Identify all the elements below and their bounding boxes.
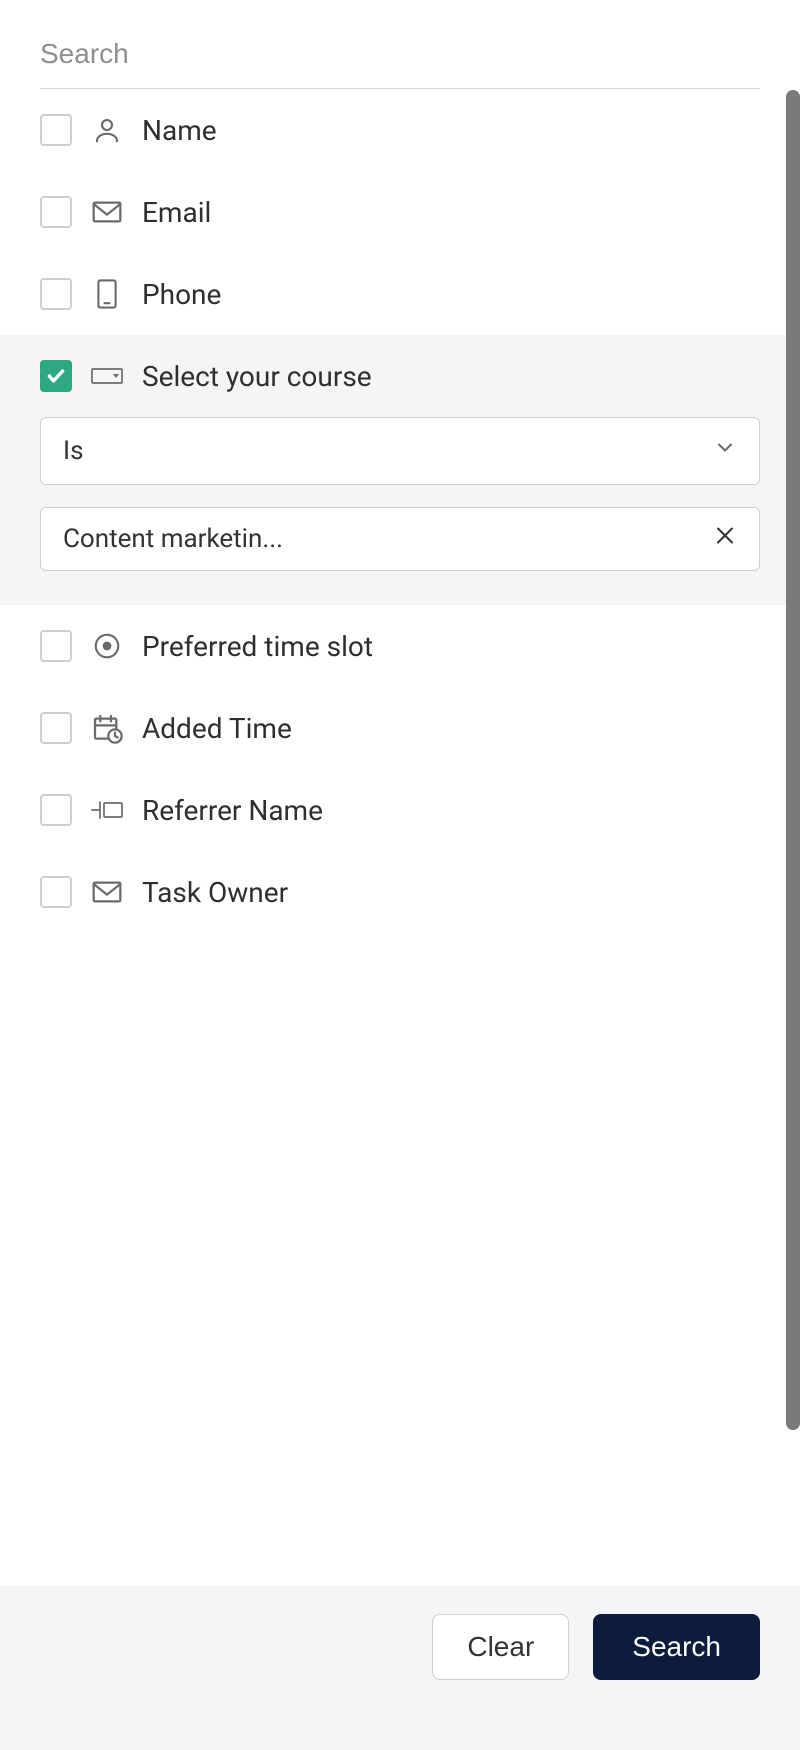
mail-icon	[90, 875, 124, 909]
chevron-down-icon	[713, 436, 737, 467]
filter-label-email: Email	[142, 196, 211, 229]
filter-label-owner: Task Owner	[142, 876, 288, 909]
course-operator-value: Is	[63, 436, 84, 466]
filter-label-course: Select your course	[142, 360, 372, 393]
filter-row-owner[interactable]: Task Owner	[0, 851, 800, 933]
search-field-wrap	[0, 0, 800, 89]
radio-icon	[90, 629, 124, 663]
filter-row-phone[interactable]: Phone	[0, 253, 800, 335]
filter-row-email[interactable]: Email	[0, 171, 800, 253]
filter-row-addedtime[interactable]: Added Time	[0, 687, 800, 769]
filter-row-name[interactable]: Name	[0, 89, 800, 171]
phone-icon	[90, 277, 124, 311]
checkbox-addedtime[interactable]	[40, 712, 72, 744]
checkbox-timeslot[interactable]	[40, 630, 72, 662]
clear-button[interactable]: Clear	[432, 1614, 569, 1680]
course-operator-select[interactable]: Is	[40, 417, 760, 485]
filter-label-addedtime: Added Time	[142, 712, 292, 745]
mail-icon	[90, 195, 124, 229]
filter-row-timeslot[interactable]: Preferred time slot	[0, 605, 800, 687]
calendar-clock-icon	[90, 711, 124, 745]
clear-value-icon[interactable]	[713, 524, 737, 555]
filter-list: Name Email Phone Select your course	[0, 89, 800, 933]
scrollbar[interactable]	[786, 90, 800, 1430]
checkbox-phone[interactable]	[40, 278, 72, 310]
dropdown-field-icon	[90, 359, 124, 393]
filter-block-course: Select your course Is Content marketin..…	[0, 335, 800, 605]
filter-label-name: Name	[142, 114, 217, 147]
person-icon	[90, 113, 124, 147]
course-value-input[interactable]: Content marketin...	[40, 507, 760, 571]
checkbox-name[interactable]	[40, 114, 72, 146]
filter-row-referrer[interactable]: Referrer Name	[0, 769, 800, 851]
checkbox-course[interactable]	[40, 360, 72, 392]
filter-label-referrer: Referrer Name	[142, 794, 323, 827]
search-button[interactable]: Search	[593, 1614, 760, 1680]
course-value-text: Content marketin...	[63, 524, 283, 554]
text-field-icon	[90, 793, 124, 827]
filter-label-timeslot: Preferred time slot	[142, 630, 373, 663]
footer: Clear Search	[0, 1586, 800, 1750]
filter-row-course[interactable]: Select your course	[40, 335, 760, 407]
checkbox-email[interactable]	[40, 196, 72, 228]
search-input[interactable]	[40, 30, 760, 89]
checkbox-owner[interactable]	[40, 876, 72, 908]
filter-label-phone: Phone	[142, 278, 221, 311]
checkbox-referrer[interactable]	[40, 794, 72, 826]
